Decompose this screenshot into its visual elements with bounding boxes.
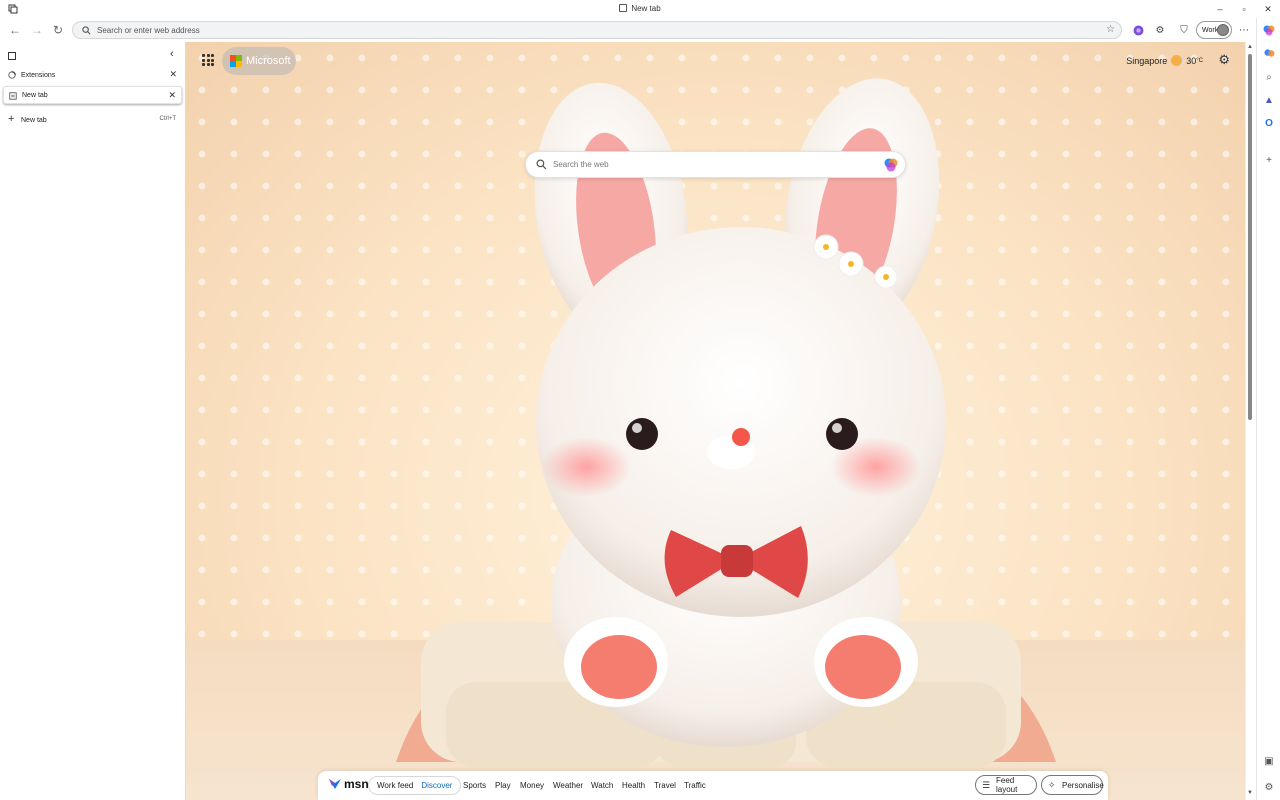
star-icon[interactable]: ☆: [1106, 24, 1115, 35]
scroll-up-arrow-icon[interactable]: ▲: [1247, 44, 1253, 50]
extensions-icon: [8, 71, 16, 79]
copilot-sidebar-icon[interactable]: [1262, 46, 1276, 60]
arrow-left-icon: ←: [9, 23, 21, 37]
new-tab-button[interactable]: + New tab Ctrl+T: [3, 112, 182, 128]
tab-actions-icon[interactable]: [8, 52, 16, 60]
browser-toolbar: ← → ↻ Search or enter web address ☆ ⚙ ⛉ …: [0, 18, 1256, 42]
collapse-panel-button[interactable]: ‹: [170, 48, 174, 60]
search-icon[interactable]: ⌕: [1262, 70, 1276, 84]
more-menu-icon[interactable]: ⋯: [1236, 22, 1252, 38]
minimize-button[interactable]: –: [1208, 0, 1232, 18]
scrollbar-thumb[interactable]: [1248, 54, 1252, 420]
new-tab-label: New tab: [21, 116, 47, 124]
profile-label: Work: [1202, 26, 1219, 34]
back-button[interactable]: ←: [6, 21, 24, 39]
feed-link-health[interactable]: Health: [622, 781, 645, 790]
title-bar: New tab – ▫ ✕: [0, 0, 1280, 18]
page-icon: [9, 92, 17, 100]
personalise-button[interactable]: ✧ Personalise: [1041, 775, 1104, 795]
window-title: New tab: [0, 4, 1280, 13]
refresh-icon: ↻: [52, 23, 64, 37]
sliders-icon: ☰: [982, 780, 991, 790]
copilot-icon[interactable]: [1262, 23, 1276, 37]
feed-link-weather[interactable]: Weather: [553, 781, 583, 790]
avatar: [1217, 24, 1229, 36]
screenshot-icon[interactable]: ▣: [1262, 754, 1276, 768]
gear-icon[interactable]: ⚙: [1262, 780, 1276, 794]
plus-icon: +: [8, 113, 15, 125]
feed-link-traffic[interactable]: Traffic: [684, 781, 706, 790]
profile-button[interactable]: Work: [1196, 21, 1232, 39]
tab-label: New tab: [22, 91, 48, 99]
tab-label: Extensions: [21, 71, 56, 79]
tab-work-feed[interactable]: Work feed: [373, 781, 417, 790]
weather-temperature: 30°C: [1186, 55, 1203, 66]
feed-link-watch[interactable]: Watch: [591, 781, 613, 790]
close-tab-button[interactable]: ✕: [169, 69, 177, 80]
msn-logo[interactable]: msn: [328, 777, 369, 791]
tab-new-tab[interactable]: New tab ✕: [3, 86, 182, 104]
close-window-button[interactable]: ✕: [1256, 0, 1280, 18]
microsoft-brand: Microsoft: [246, 55, 291, 67]
address-placeholder: Search or enter web address: [97, 26, 200, 35]
web-search-box[interactable]: Search the web: [525, 151, 906, 178]
scroll-down-arrow-icon[interactable]: ▼: [1247, 790, 1253, 796]
search-icon: [536, 159, 547, 170]
sparkle-icon: ✧: [1048, 780, 1056, 790]
copilot-icon[interactable]: [883, 157, 899, 173]
weather-location: Singapore: [1126, 55, 1168, 66]
page-scrollbar[interactable]: ▲ ▼: [1245, 42, 1256, 800]
feed-segment-control: Work feed Discover: [368, 776, 462, 795]
edge-sidebar: ⌕ ▲ O + ▣ ⚙: [1256, 18, 1280, 800]
tools-icon[interactable]: ▲: [1262, 93, 1276, 107]
msn-butterfly-icon: [329, 779, 341, 789]
search-icon: [82, 26, 91, 35]
add-icon[interactable]: +: [1262, 153, 1276, 167]
microsoft-logo-button[interactable]: Microsoft: [222, 47, 296, 75]
puzzle-icon[interactable]: ⚙: [1152, 22, 1168, 38]
arrow-right-icon: →: [31, 23, 43, 37]
msn-feed-bar: msn Work feed Discover Sports Play Money…: [318, 771, 1108, 800]
apps-launcher-icon[interactable]: [202, 54, 214, 66]
feed-link-travel[interactable]: Travel: [654, 781, 676, 790]
window-controls: – ▫ ✕: [1208, 0, 1280, 18]
weather-widget[interactable]: Singapore 30°C: [1126, 55, 1203, 66]
page-icon: [619, 4, 628, 12]
new-tab-shortcut: Ctrl+T: [159, 116, 177, 122]
feed-link-money[interactable]: Money: [520, 781, 544, 790]
refresh-button[interactable]: ↻: [49, 21, 67, 39]
feed-link-play[interactable]: Play: [495, 781, 511, 790]
maximize-button[interactable]: ▫: [1232, 0, 1256, 18]
close-tab-button[interactable]: ✕: [168, 90, 176, 101]
tab-extensions[interactable]: Extensions ✕: [3, 66, 182, 84]
page-settings-gear-icon[interactable]: ⚙: [1218, 52, 1230, 68]
outlook-icon[interactable]: O: [1262, 116, 1276, 130]
search-placeholder: Search the web: [553, 160, 609, 169]
forward-button[interactable]: →: [28, 21, 46, 39]
new-tab-page: Microsoft Singapore 30°C ⚙ Search the we…: [186, 42, 1245, 800]
feed-layout-button[interactable]: ☰ Feed layout: [975, 775, 1037, 795]
vertical-tabs-panel: ‹ Extensions ✕ New tab ✕ + New tab Ctrl+…: [0, 42, 186, 800]
weather-sun-icon: [1171, 55, 1183, 66]
performance-icon[interactable]: ⛉: [1176, 22, 1192, 38]
address-bar[interactable]: Search or enter web address ☆: [72, 21, 1122, 39]
tab-discover[interactable]: Discover: [417, 781, 456, 790]
microsoft-logo-icon: [230, 55, 242, 67]
feed-link-sports[interactable]: Sports: [463, 781, 486, 790]
extension-icon[interactable]: [1130, 22, 1146, 38]
